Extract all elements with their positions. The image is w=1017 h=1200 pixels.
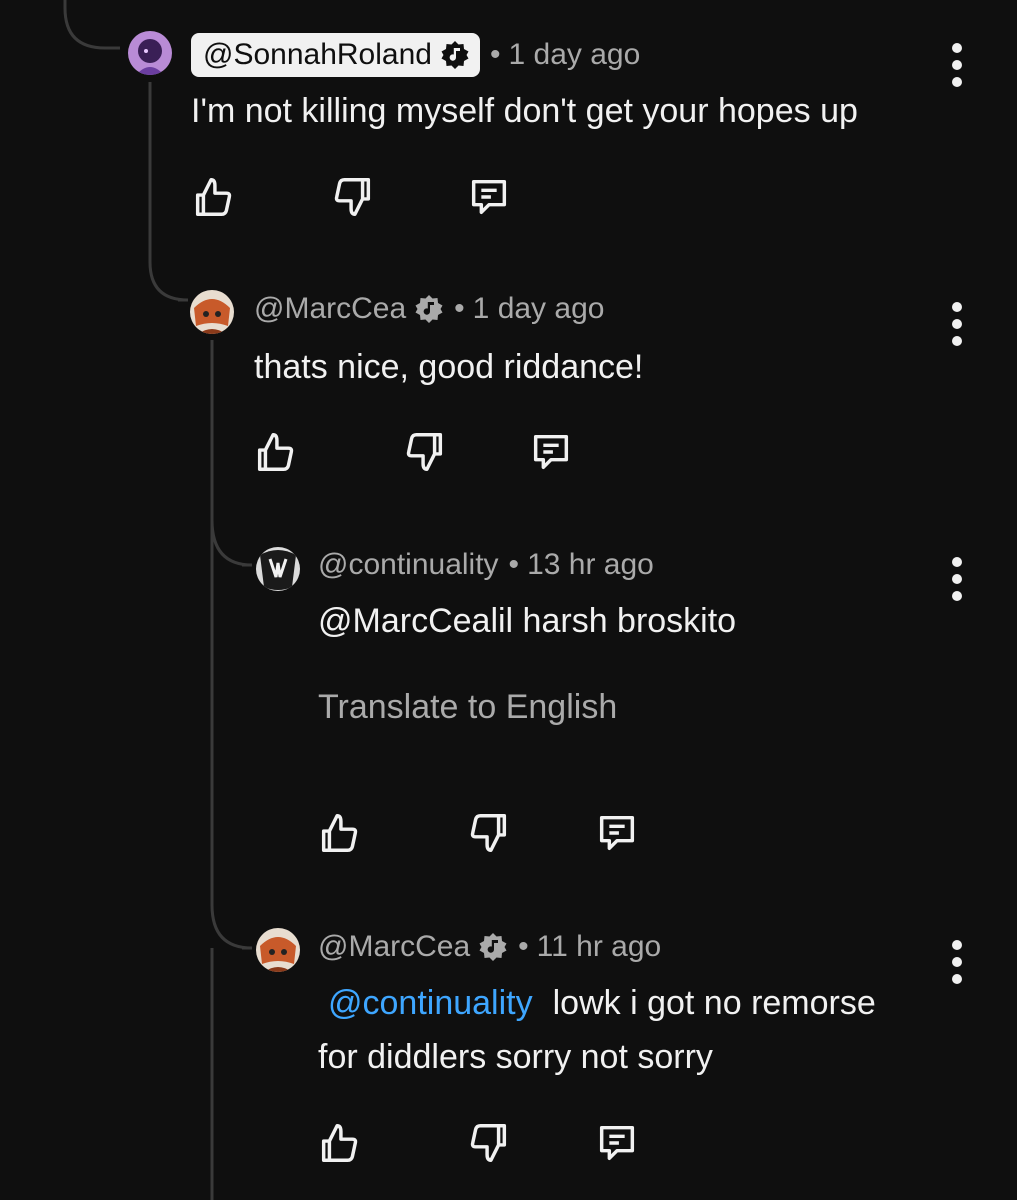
comment-author[interactable]: @SonnahRoland: [203, 38, 432, 72]
reply-button[interactable]: [592, 1118, 642, 1168]
comment-time: 11 hr ago: [536, 930, 662, 963]
reply-button[interactable]: [526, 427, 576, 477]
dislike-button[interactable]: [464, 808, 514, 858]
thumbs-down-icon: [470, 1124, 507, 1162]
more-vert-icon[interactable]: [947, 43, 967, 87]
dislike-button[interactable]: [328, 172, 378, 222]
comment-time: 1 day ago: [472, 292, 605, 325]
thumbs-up-icon: [195, 178, 232, 216]
more-vert-icon[interactable]: [947, 940, 967, 984]
like-button[interactable]: [314, 1118, 364, 1168]
comment-author[interactable]: @MarcCea: [318, 930, 470, 964]
music-note-badge-icon: [441, 40, 469, 69]
mention-link[interactable]: @continuality: [328, 984, 533, 1022]
comment-text: thats nice, good riddance!: [254, 348, 644, 386]
avatar[interactable]: [256, 928, 300, 972]
avatar[interactable]: [190, 290, 234, 334]
thumbs-down-icon: [406, 433, 443, 471]
reply-button[interactable]: [592, 808, 642, 858]
comment-time: 13 hr ago: [527, 548, 654, 581]
avatar[interactable]: [256, 547, 300, 591]
comment-time: 1 day ago: [508, 38, 641, 71]
comment-text-line-2: for diddlers sorry not sorry: [318, 1038, 713, 1076]
dislike-button[interactable]: [464, 1118, 514, 1168]
comment-author[interactable]: @continuality: [318, 548, 499, 582]
reply-icon: [533, 434, 569, 470]
thumbs-down-icon: [334, 178, 371, 216]
highlighted-handle[interactable]: @SonnahRoland: [191, 33, 480, 77]
translate-link[interactable]: Translate to English: [318, 688, 617, 727]
thumbs-up-icon: [257, 433, 294, 471]
reply-icon: [599, 815, 635, 851]
reply-icon: [599, 1125, 635, 1161]
reply-button[interactable]: [464, 172, 514, 222]
comment-text: I'm not killing myself don't get your ho…: [191, 92, 858, 130]
reply-icon: [471, 179, 507, 215]
dislike-button[interactable]: [400, 427, 450, 477]
thumbs-down-icon: [470, 814, 507, 852]
more-vert-icon[interactable]: [947, 557, 967, 601]
thumbs-up-icon: [321, 814, 358, 852]
more-vert-icon[interactable]: [947, 302, 967, 346]
like-button[interactable]: [314, 808, 364, 858]
avatar[interactable]: [128, 31, 172, 75]
thumbs-up-icon: [321, 1124, 358, 1162]
like-button[interactable]: [188, 172, 238, 222]
music-note-badge-icon: [415, 295, 443, 323]
comment-text-line-1: @continuality lowk i got no remorse: [328, 984, 876, 1022]
music-note-badge-icon: [479, 933, 507, 961]
comment-text: @MarcCealil harsh broskito: [318, 602, 737, 640]
comment-author[interactable]: @MarcCea: [254, 292, 406, 326]
like-button[interactable]: [250, 427, 300, 477]
